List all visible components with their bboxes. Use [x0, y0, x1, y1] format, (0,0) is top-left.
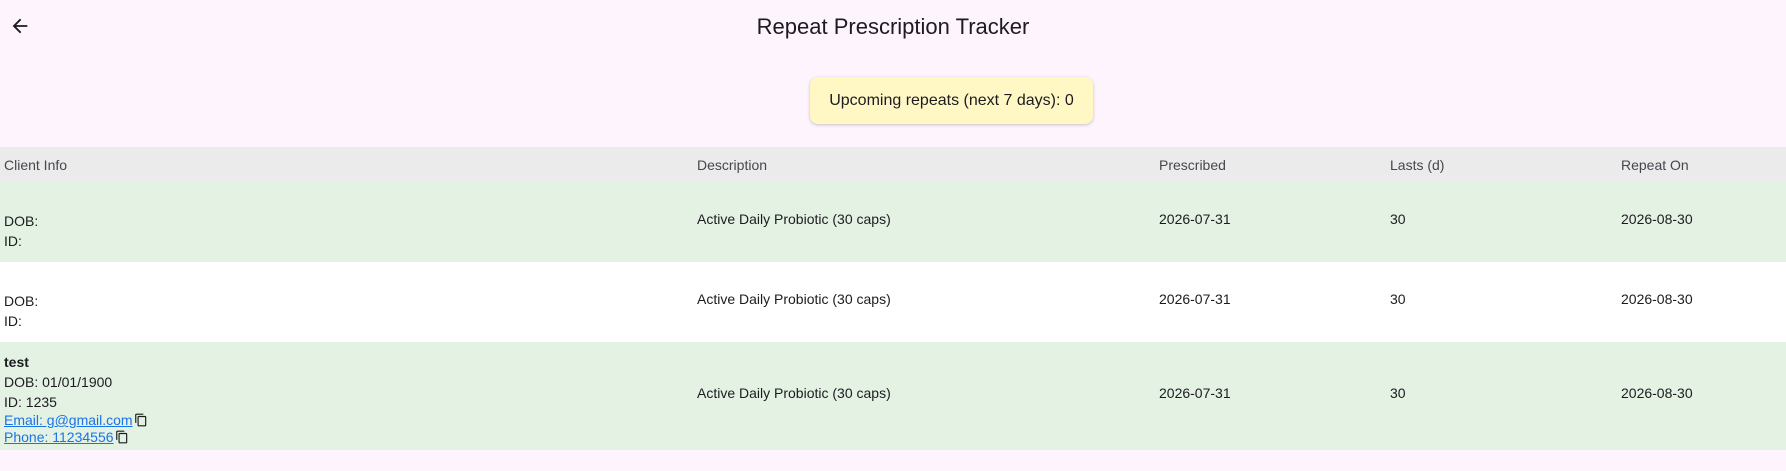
row-lasts: 30: [1390, 385, 1406, 401]
client-phone-link[interactable]: Phone: 11234556: [4, 429, 114, 445]
upcoming-repeats-badge: Upcoming repeats (next 7 days): 0: [810, 77, 1093, 124]
client-info: DOB: ID:: [4, 291, 38, 331]
table-row[interactable]: DOB: ID: Active Daily Probiotic (30 caps…: [0, 262, 1786, 342]
client-info: test DOB: 01/01/1900 ID: 1235 Email: g@g…: [4, 352, 148, 446]
column-header-repeat-on[interactable]: Repeat On: [1621, 155, 1689, 175]
client-id: ID:: [4, 313, 22, 329]
client-email-line: Email: g@gmail.com: [4, 412, 148, 429]
row-description: Active Daily Probiotic (30 caps): [697, 291, 891, 307]
client-info: DOB: ID:: [4, 211, 38, 251]
row-lasts: 30: [1390, 211, 1406, 227]
client-email-link[interactable]: Email: g@gmail.com: [4, 412, 133, 428]
row-prescribed: 2026-07-31: [1159, 385, 1231, 401]
row-description: Active Daily Probiotic (30 caps): [697, 385, 891, 401]
row-repeat-on: 2026-08-30: [1621, 385, 1693, 401]
row-description: Active Daily Probiotic (30 caps): [697, 211, 891, 227]
row-prescribed: 2026-07-31: [1159, 211, 1231, 227]
prescription-table: Client Info Description Prescribed Lasts…: [0, 147, 1786, 450]
row-repeat-on: 2026-08-30: [1621, 291, 1693, 307]
copy-phone-icon[interactable]: [115, 430, 129, 444]
client-dob: DOB:: [4, 213, 39, 229]
column-header-prescribed[interactable]: Prescribed: [1159, 155, 1226, 175]
row-prescribed: 2026-07-31: [1159, 291, 1231, 307]
column-header-lasts[interactable]: Lasts (d): [1390, 155, 1444, 175]
client-id: ID:: [4, 233, 22, 249]
client-phone-line: Phone: 11234556: [4, 429, 148, 446]
table-row[interactable]: DOB: ID: Active Daily Probiotic (30 caps…: [0, 182, 1786, 262]
client-dob: DOB: 01/01/1900: [4, 374, 113, 390]
client-id: ID: 1235: [4, 394, 57, 410]
copy-email-icon[interactable]: [134, 413, 148, 427]
row-lasts: 30: [1390, 291, 1406, 307]
column-header-client-info[interactable]: Client Info: [4, 155, 67, 175]
page-title: Repeat Prescription Tracker: [756, 14, 1030, 39]
column-header-description[interactable]: Description: [697, 155, 767, 175]
client-name: test: [4, 354, 29, 370]
table-header: Client Info Description Prescribed Lasts…: [0, 147, 1786, 182]
app-bar: Repeat Prescription Tracker: [0, 0, 1786, 56]
table-row[interactable]: test DOB: 01/01/1900 ID: 1235 Email: g@g…: [0, 342, 1786, 450]
client-dob: DOB:: [4, 293, 39, 309]
row-repeat-on: 2026-08-30: [1621, 211, 1693, 227]
